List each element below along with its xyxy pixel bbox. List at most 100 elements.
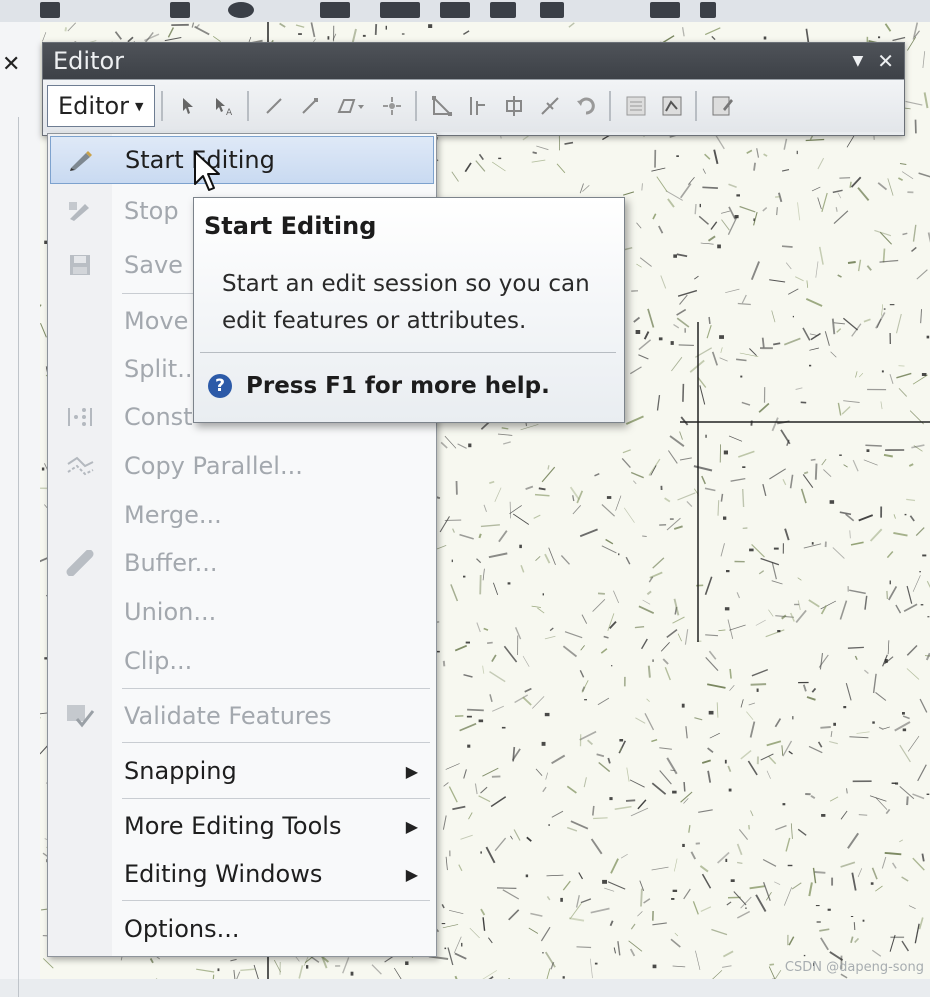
map-stroke bbox=[671, 939, 680, 947]
pane-divider bbox=[0, 117, 19, 997]
app-toolbar-overflow-icon[interactable] bbox=[700, 2, 716, 18]
map-stroke bbox=[843, 318, 857, 330]
map-stroke bbox=[848, 647, 864, 648]
app-tool-icon[interactable] bbox=[40, 2, 60, 18]
attributes-icon[interactable] bbox=[619, 89, 653, 123]
annotation-edit-tool-icon[interactable]: A bbox=[207, 89, 241, 123]
map-stroke bbox=[788, 289, 798, 295]
straight-segment-icon[interactable] bbox=[257, 89, 291, 123]
map-stroke bbox=[873, 868, 878, 879]
map-stroke bbox=[642, 183, 643, 190]
map-stroke bbox=[477, 559, 481, 563]
app-tool-icon[interactable] bbox=[228, 2, 254, 18]
map-stroke bbox=[775, 719, 780, 727]
map-stroke bbox=[584, 777, 586, 787]
map-stroke bbox=[569, 23, 574, 27]
map-stroke bbox=[598, 698, 609, 705]
map-stroke bbox=[237, 972, 240, 979]
app-tool-icon[interactable] bbox=[650, 2, 680, 18]
map-dot bbox=[463, 576, 465, 578]
map-stroke bbox=[867, 266, 871, 271]
close-icon[interactable]: ✕ bbox=[2, 52, 20, 77]
app-toolbar-strip bbox=[0, 0, 930, 23]
toolbar-options-icon[interactable]: ▼ bbox=[852, 53, 863, 69]
map-dot bbox=[543, 593, 544, 595]
sketch-properties-icon[interactable] bbox=[655, 89, 689, 123]
map-stroke bbox=[521, 565, 524, 572]
map-dot bbox=[602, 880, 607, 884]
map-stroke bbox=[874, 674, 877, 693]
menu-item-options[interactable]: Options... bbox=[50, 906, 434, 952]
map-stroke bbox=[678, 493, 696, 500]
map-stroke bbox=[470, 928, 480, 938]
editor-menu-button[interactable]: Editor ▼ bbox=[47, 85, 155, 127]
map-stroke bbox=[748, 761, 757, 775]
trace-tool-icon[interactable] bbox=[329, 89, 373, 123]
map-stroke bbox=[792, 883, 801, 889]
app-tool-icon[interactable] bbox=[540, 2, 564, 18]
menu-item-validate-features[interactable]: Validate Features bbox=[50, 693, 434, 739]
app-tool-icon[interactable] bbox=[380, 2, 420, 18]
map-stroke bbox=[623, 450, 631, 453]
rotate-tool-icon[interactable] bbox=[569, 89, 603, 123]
app-tool-icon[interactable] bbox=[490, 2, 516, 18]
map-stroke bbox=[642, 639, 648, 649]
menu-item-editing-windows[interactable]: Editing Windows ▶ bbox=[50, 851, 434, 897]
map-stroke bbox=[510, 502, 511, 519]
map-stroke bbox=[882, 304, 883, 315]
map-dot bbox=[405, 961, 408, 965]
editor-toolbar-window[interactable]: Editor ▼ ✕ Editor ▼ A bbox=[42, 42, 905, 136]
map-dot bbox=[560, 898, 563, 902]
map-stroke bbox=[611, 921, 613, 926]
map-stroke bbox=[674, 325, 679, 328]
map-stroke bbox=[751, 684, 767, 685]
app-tool-icon[interactable] bbox=[320, 2, 350, 18]
map-dot bbox=[542, 952, 544, 953]
edit-vertices-icon[interactable] bbox=[425, 89, 459, 123]
tooltip-help-text: Press F1 for more help. bbox=[246, 373, 550, 399]
create-features-icon[interactable] bbox=[705, 89, 739, 123]
map-stroke bbox=[847, 134, 855, 147]
map-stroke bbox=[490, 694, 492, 702]
map-stroke bbox=[706, 577, 712, 595]
menu-item-copy-parallel[interactable]: Copy Parallel... bbox=[50, 443, 434, 489]
map-dot bbox=[682, 844, 685, 847]
menu-item-clip[interactable]: Clip... bbox=[50, 638, 434, 684]
map-stroke bbox=[785, 529, 789, 540]
map-stroke bbox=[903, 716, 910, 718]
map-dot bbox=[885, 659, 888, 663]
reshape-feature-icon[interactable] bbox=[461, 89, 495, 123]
map-dot bbox=[466, 642, 470, 644]
menu-item-union[interactable]: Union... bbox=[50, 589, 434, 635]
map-stroke bbox=[902, 941, 908, 951]
map-stroke bbox=[774, 882, 780, 885]
split-tool-icon[interactable] bbox=[533, 89, 567, 123]
point-tool-icon[interactable] bbox=[375, 89, 409, 123]
edit-tool-icon[interactable] bbox=[171, 89, 205, 123]
map-dot bbox=[777, 630, 780, 632]
menu-item-snapping[interactable]: Snapping ▶ bbox=[50, 748, 434, 794]
map-stroke bbox=[767, 741, 781, 745]
app-tool-icon[interactable] bbox=[440, 2, 470, 18]
map-dot bbox=[736, 194, 740, 196]
editor-title-bar[interactable]: Editor ▼ ✕ bbox=[43, 43, 904, 79]
map-stroke bbox=[446, 857, 447, 870]
endpoint-arc-icon[interactable] bbox=[293, 89, 327, 123]
app-tool-icon[interactable] bbox=[170, 2, 190, 18]
watermark: CSDN @dapeng-song bbox=[785, 960, 924, 975]
menu-item-more-editing-tools[interactable]: More Editing Tools ▶ bbox=[50, 803, 434, 849]
menu-item-buffer[interactable]: Buffer... bbox=[50, 540, 434, 586]
map-stroke bbox=[784, 139, 786, 150]
map-stroke bbox=[859, 515, 873, 520]
map-dot bbox=[542, 742, 546, 746]
map-stroke bbox=[674, 859, 677, 872]
cut-polygons-icon[interactable] bbox=[497, 89, 531, 123]
menu-item-merge[interactable]: Merge... bbox=[50, 492, 434, 538]
start-editing-tooltip: Start Editing Start an edit session so y… bbox=[193, 197, 625, 423]
close-icon[interactable]: ✕ bbox=[877, 49, 894, 73]
map-stroke bbox=[546, 773, 548, 780]
map-stroke bbox=[786, 263, 791, 269]
tooltip-help-row: ? Press F1 for more help. bbox=[208, 373, 550, 399]
menu-item-start-editing[interactable]: Start Editing bbox=[50, 136, 434, 184]
map-stroke bbox=[651, 740, 657, 742]
